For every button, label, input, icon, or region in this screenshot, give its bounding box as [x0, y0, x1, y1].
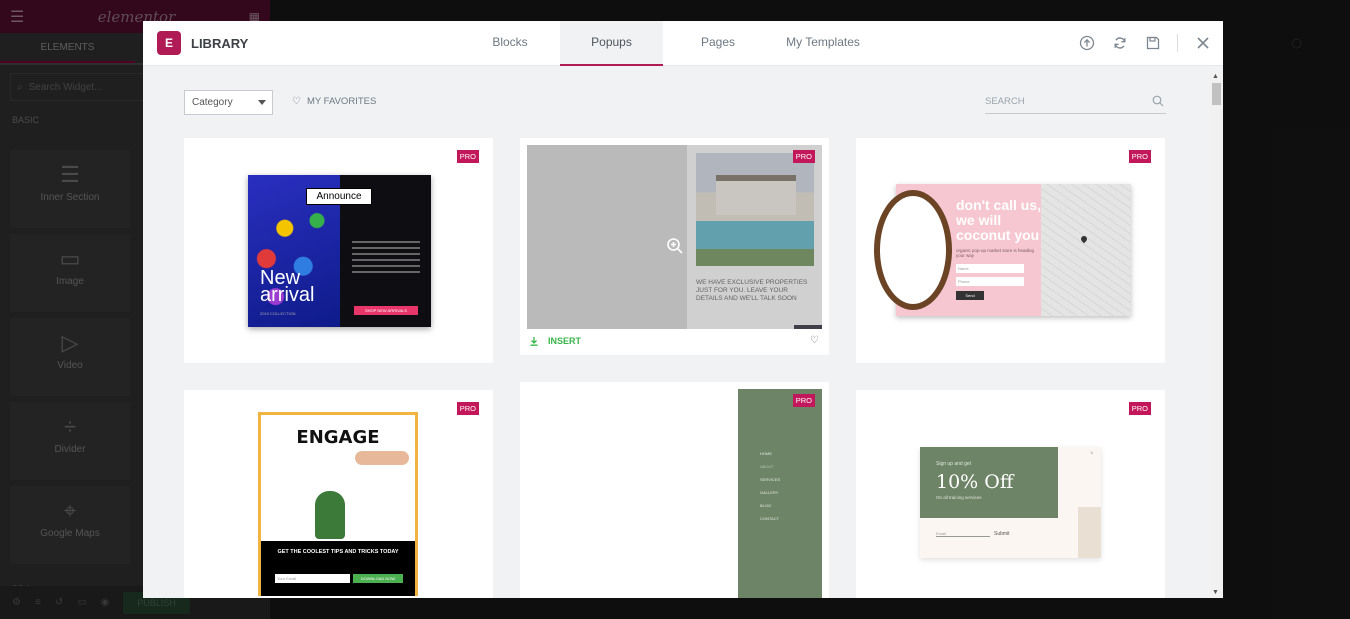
template-thumbnail: ENGAGE GET THE COOLEST TIPS AND TRICKS T…: [258, 412, 418, 596]
my-favorites-label: MY FAVORITES: [306, 96, 377, 107]
tab-pages[interactable]: Pages: [663, 21, 773, 66]
menu-item: HOME: [760, 451, 772, 456]
template-thumbnail: don't call us, we will coconut you organ…: [874, 184, 1131, 316]
template-thumbnail: Announce New arrival 2019 COLLECTION SHO…: [248, 175, 431, 327]
menu-item: ABOUT: [760, 464, 774, 469]
pro-badge: PRO: [456, 150, 479, 163]
offer-headline: 10% Off: [936, 471, 1014, 493]
shop-button: SHOP NEW ARRIVALS: [354, 306, 418, 315]
email-field: Your Email: [275, 574, 350, 583]
offer-email-field: Email: [936, 531, 990, 537]
phone-field: Phone: [956, 277, 1024, 286]
coconut-image: [874, 190, 952, 310]
scroll-up-icon[interactable]: ▲: [1212, 73, 1219, 80]
map-image: [1041, 184, 1131, 316]
template-card[interactable]: PRO don't call us, we will coconut you o…: [856, 138, 1165, 363]
template-card[interactable]: PRO Sign up and get 10% Off On all train…: [856, 390, 1165, 598]
upload-icon[interactable]: [1078, 35, 1095, 52]
library-tabs: Blocks Popups Pages My Templates: [460, 21, 873, 66]
library-title: LIBRARY: [191, 36, 249, 51]
menu-item: SERVICES: [760, 477, 781, 482]
menu-item: GALLERY: [760, 490, 779, 495]
template-thumbnail: WE HAVE EXCLUSIVE PROPERTIES JUST FOR YO…: [527, 145, 822, 329]
insert-button[interactable]: INSERT: [530, 336, 581, 346]
decor-image: [1078, 507, 1101, 558]
tab-popups[interactable]: Popups: [560, 21, 663, 66]
offer-submit: Submit: [994, 531, 1010, 537]
elementor-logo-icon: E: [157, 31, 181, 55]
offer-small: Sign up and get: [936, 461, 972, 467]
favorite-heart-icon[interactable]: ♡: [810, 335, 819, 346]
tab-blocks[interactable]: Blocks: [460, 21, 560, 66]
header-divider: [1177, 34, 1178, 52]
coconut-sub: organic pop-up market store is heading y…: [956, 248, 1035, 258]
download-icon: [530, 336, 538, 346]
engage-sub: GET THE COOLEST TIPS AND TRICKS TODAY: [277, 549, 399, 555]
heart-icon: ♡: [292, 96, 301, 107]
chevron-down-icon: [258, 100, 266, 105]
template-thumbnail: HOME ABOUT SERVICES GALLERY BLOG CONTACT: [738, 389, 822, 598]
tab-my-templates[interactable]: My Templates: [773, 21, 873, 66]
library-toolbar: Category ♡ MY FAVORITES SEARCH: [184, 90, 1166, 116]
menu-item: CONTACT: [760, 516, 780, 521]
offer-sub: On all training services: [936, 495, 982, 500]
engage-footer: GET THE COOLEST TIPS AND TRICKS TODAY Yo…: [261, 541, 415, 596]
library-header: E LIBRARY Blocks Popups Pages My Templat…: [143, 21, 1223, 66]
pro-badge: PRO: [792, 150, 815, 163]
save-icon[interactable]: [1144, 35, 1161, 52]
body-text-lines: [352, 241, 420, 277]
my-favorites-filter[interactable]: ♡ MY FAVORITES: [292, 96, 376, 107]
download-button: DOWNLOAD NOW: [353, 574, 403, 583]
hand-image: [355, 451, 409, 465]
library-modal: E LIBRARY Blocks Popups Pages My Templat…: [143, 21, 1223, 598]
pro-badge: PRO: [792, 394, 815, 407]
template-card[interactable]: PRO Announce New arrival 2019 COLLECTION…: [184, 138, 493, 363]
scrollbar-thumb[interactable]: [1212, 83, 1221, 105]
template-thumbnail: Sign up and get 10% Off On all training …: [920, 447, 1101, 558]
pro-badge: PRO: [456, 402, 479, 415]
search-icon: [1152, 95, 1164, 115]
menu-item: BLOG: [760, 503, 772, 508]
new-arrival-headline: New arrival: [260, 267, 315, 306]
category-select[interactable]: Category: [184, 90, 273, 115]
library-scrollbar[interactable]: ▲ ▼: [1210, 71, 1222, 598]
close-icon[interactable]: [1194, 35, 1211, 52]
close-icon: ×: [1090, 451, 1094, 457]
pro-badge: PRO: [1128, 150, 1151, 163]
sync-icon[interactable]: [1111, 35, 1128, 52]
side-menu: HOME ABOUT SERVICES GALLERY BLOG CONTACT: [760, 447, 780, 525]
zoom-in-icon[interactable]: [666, 237, 684, 255]
map-pin-icon: [1079, 234, 1089, 244]
template-card-hovered[interactable]: WE HAVE EXCLUSIVE PROPERTIES JUST FOR YO…: [520, 138, 829, 355]
template-card[interactable]: HOME ABOUT SERVICES GALLERY BLOG CONTACT…: [520, 382, 829, 598]
engage-headline: ENGAGE: [296, 427, 380, 448]
name-field: Name: [956, 264, 1024, 273]
offer-panel: Sign up and get 10% Off On all training …: [920, 447, 1058, 518]
announce-tag: Announce: [306, 188, 372, 205]
cactus-image: [315, 491, 345, 539]
collection-subtitle: 2019 COLLECTION: [260, 311, 296, 316]
insert-label: INSERT: [548, 336, 582, 346]
insert-bar: INSERT ♡: [520, 329, 829, 355]
search-placeholder: SEARCH: [985, 96, 1025, 107]
pro-badge: PRO: [1128, 402, 1151, 415]
coconut-headline: don't call us, we will coconut you: [956, 197, 1042, 243]
template-card[interactable]: PRO ENGAGE GET THE COOLEST TIPS AND TRIC…: [184, 390, 493, 598]
header-actions: [1078, 34, 1211, 52]
library-search-input[interactable]: SEARCH: [985, 92, 1166, 114]
category-select-value: Category: [192, 97, 233, 108]
send-button: Send: [956, 291, 984, 300]
scroll-down-icon[interactable]: ▼: [1212, 589, 1219, 596]
